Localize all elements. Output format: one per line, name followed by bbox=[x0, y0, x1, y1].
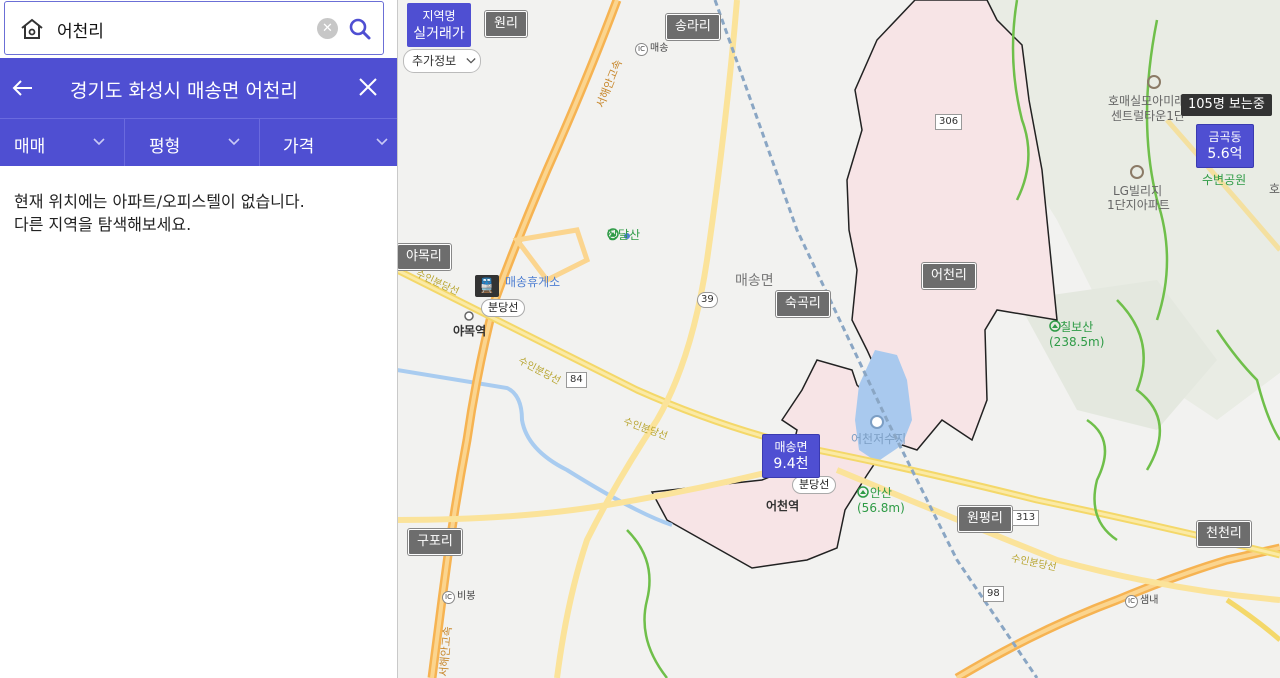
chevron-down-icon bbox=[93, 138, 105, 146]
clear-icon[interactable]: ✕ bbox=[317, 18, 338, 39]
filter-trade-type-label: 매매 bbox=[14, 137, 46, 157]
chevron-down-icon bbox=[376, 138, 388, 146]
station-label: 야목역 bbox=[453, 324, 487, 338]
price-marker[interactable]: 금곡동 5.6억 bbox=[1196, 124, 1254, 168]
map-mode-toggle[interactable]: 지역명 실거래가 bbox=[407, 3, 471, 47]
price-marker-value: 5.6억 bbox=[1207, 146, 1243, 162]
map-mode-price: 실거래가 bbox=[413, 26, 465, 42]
viewers-badge: 105명 보는중 bbox=[1181, 94, 1272, 116]
station-label: 어천역 bbox=[766, 499, 800, 513]
region-chip[interactable]: 송라리 bbox=[666, 14, 720, 40]
chevron-down-icon bbox=[466, 58, 476, 64]
place-label: 호 bbox=[1269, 182, 1280, 196]
place-label: 센트럴타운1단 bbox=[1111, 109, 1185, 123]
ic-label: IC 매송 bbox=[635, 39, 668, 56]
rail-line-label: 분당선 bbox=[792, 476, 837, 494]
mountain-label: 안산 (56.8m) bbox=[857, 486, 905, 516]
price-marker[interactable]: 매송면 9.4천 bbox=[762, 434, 820, 478]
ic-label: IC 비봉 bbox=[442, 587, 475, 604]
subway-icon[interactable]: 🚆 bbox=[475, 275, 499, 297]
ic-icon: IC bbox=[1125, 595, 1138, 608]
region-chip[interactable]: 원리 bbox=[485, 11, 527, 37]
filter-trade-type[interactable]: 매매 bbox=[0, 119, 125, 166]
mountain-height: (238.5m) bbox=[1049, 335, 1105, 349]
ic-icon: IC bbox=[442, 591, 455, 604]
ic-name: 비봉 bbox=[457, 591, 476, 602]
region-header: 경기도 화성시 매송면 어천리 bbox=[0, 58, 397, 118]
filter-area-label: 평형 bbox=[149, 137, 181, 157]
region-chip[interactable]: 구포리 bbox=[408, 529, 462, 555]
search-bar[interactable]: ✕ bbox=[4, 1, 384, 55]
route-shield: 306 bbox=[935, 114, 963, 130]
place-label: 수변공원 bbox=[1202, 173, 1247, 187]
place-label: 어천저수지 bbox=[851, 432, 907, 446]
place-label: 매송면 bbox=[735, 273, 774, 289]
map-mode-region: 지역명 bbox=[422, 9, 456, 23]
app-root: ✕ 경기도 화성시 매송면 어천리 매매 평형 bbox=[0, 0, 1280, 678]
mountain-icon bbox=[857, 486, 869, 498]
mountain-label: 장달산 bbox=[607, 228, 640, 243]
filter-area[interactable]: 평형 bbox=[125, 119, 260, 166]
empty-result-message: 현재 위치에는 아파트/오피스텔이 없습니다. 다른 지역을 탐색해보세요. bbox=[14, 192, 305, 234]
place-label: 매송휴게소 bbox=[505, 275, 561, 289]
region-chip[interactable]: 천천리 bbox=[1197, 521, 1251, 547]
extra-info-label: 추가정보 bbox=[412, 54, 457, 68]
extra-info-button[interactable]: 추가정보 bbox=[403, 49, 481, 73]
search-icon[interactable] bbox=[347, 16, 373, 42]
filter-price-label: 가격 bbox=[283, 137, 315, 157]
home-icon[interactable] bbox=[19, 16, 45, 42]
sidebar-panel: ✕ 경기도 화성시 매송면 어천리 매매 평형 bbox=[0, 0, 398, 678]
region-chip[interactable]: 어천리 bbox=[922, 263, 976, 289]
price-marker-value: 9.4천 bbox=[773, 456, 809, 472]
route-shield: 98 bbox=[983, 586, 1004, 602]
price-marker-name: 금곡동 bbox=[1208, 130, 1242, 144]
mountain-height: (56.8m) bbox=[857, 501, 905, 515]
region-chip[interactable]: 원평리 bbox=[958, 506, 1012, 532]
ic-name: 매송 bbox=[650, 43, 669, 54]
close-icon[interactable] bbox=[356, 75, 380, 99]
map-view[interactable]: 지역명 실거래가 추가정보 원리 송라리 야목리 숙곡리 어천리 구포리 원평리… bbox=[397, 0, 1280, 678]
filter-bar: 매매 평형 가격 bbox=[0, 118, 397, 166]
mountain-label: 칠보산 (238.5m) bbox=[1049, 320, 1104, 350]
route-shield: 313 bbox=[1012, 510, 1040, 526]
route-shield: 39 bbox=[697, 292, 718, 308]
ic-icon: IC bbox=[635, 43, 648, 56]
price-marker-name: 매송면 bbox=[774, 440, 808, 454]
mountain-name: 안산 bbox=[869, 486, 892, 500]
mountain-name: 칠보산 bbox=[1060, 320, 1094, 334]
ic-name: 샘내 bbox=[1140, 595, 1159, 606]
arrow-left-icon[interactable] bbox=[10, 75, 36, 101]
region-chip[interactable]: 숙곡리 bbox=[776, 291, 830, 317]
mountain-icon bbox=[1049, 320, 1061, 332]
ic-label: IC 샘내 bbox=[1125, 591, 1158, 608]
filter-price[interactable]: 가격 bbox=[260, 119, 397, 166]
route-shield: 84 bbox=[566, 372, 587, 388]
place-label: 1단지아파트 bbox=[1107, 198, 1170, 212]
rail-line-label: 분당선 bbox=[481, 299, 526, 317]
chevron-down-icon bbox=[228, 138, 240, 146]
search-input[interactable] bbox=[57, 14, 307, 44]
mountain-icon bbox=[607, 228, 619, 240]
region-title: 경기도 화성시 매송면 어천리 bbox=[70, 80, 298, 102]
